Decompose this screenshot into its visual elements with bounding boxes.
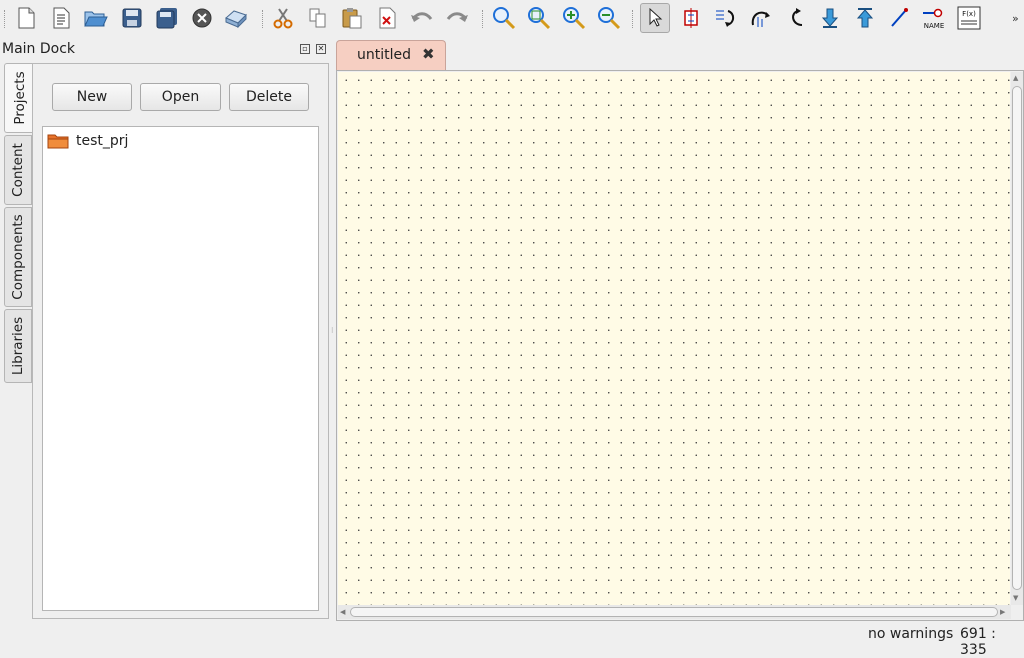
open-folder-icon[interactable] — [84, 6, 108, 30]
cut-icon[interactable] — [271, 6, 295, 30]
select-pointer-icon[interactable] — [640, 3, 670, 33]
list-item[interactable]: test_prj — [47, 133, 128, 149]
mirror-y-icon[interactable] — [748, 6, 772, 30]
close-document-icon[interactable] — [190, 6, 214, 30]
scroll-left-icon[interactable]: ◀ — [340, 608, 345, 616]
toolbar-overflow-button[interactable]: » — [1012, 12, 1019, 25]
wire-label-text: NAME — [924, 22, 945, 30]
main-toolbar: NAME F(x) » — [0, 0, 1024, 40]
dock-close-icon[interactable]: ✕ — [316, 44, 326, 54]
tab-libraries[interactable]: Libraries — [4, 309, 32, 383]
horizontal-scrollbar[interactable]: ◀ ▶ — [338, 605, 1011, 619]
zoom-fit-icon[interactable] — [492, 6, 516, 30]
go-into-subcircuit-icon[interactable] — [818, 6, 842, 30]
dock-float-icon[interactable]: ▫ — [300, 44, 310, 54]
zoom-out-icon[interactable] — [597, 6, 621, 30]
project-list[interactable]: test_prj — [42, 126, 319, 611]
folder-icon — [47, 134, 69, 149]
zoom-in-icon[interactable] — [562, 6, 586, 30]
schematic-canvas[interactable] — [338, 72, 1010, 605]
equation-icon[interactable]: F(x) — [957, 6, 981, 30]
dock-title: Main Dock — [2, 41, 76, 57]
paste-icon[interactable] — [340, 6, 364, 30]
tab-components[interactable]: Components — [4, 207, 32, 307]
tab-content[interactable]: Content — [4, 135, 32, 205]
undo-icon[interactable] — [410, 6, 434, 30]
new-project-button[interactable]: New — [52, 83, 132, 111]
toolbar-separator — [632, 10, 635, 28]
toolbar-separator — [262, 10, 265, 28]
wire-label-icon[interactable]: NAME — [921, 6, 947, 30]
mirror-x-icon[interactable] — [713, 6, 737, 30]
new-text-icon[interactable] — [49, 6, 73, 30]
project-name: test_prj — [76, 133, 129, 149]
equation-text: F(x) — [962, 10, 976, 18]
tab-untitled[interactable]: untitled ✖ — [336, 40, 446, 70]
save-icon[interactable] — [120, 6, 144, 30]
new-document-icon[interactable] — [14, 6, 38, 30]
toolbar-separator — [482, 10, 485, 28]
scroll-up-icon[interactable]: ▲ — [1013, 74, 1018, 82]
status-warnings: no warnings — [868, 626, 954, 642]
delete-icon[interactable] — [375, 6, 399, 30]
status-coordinates: 691 : 335 — [960, 626, 996, 658]
save-all-icon[interactable] — [155, 6, 179, 30]
close-icon[interactable]: ✖ — [422, 45, 435, 63]
vertical-scroll-thumb[interactable] — [1012, 86, 1022, 590]
wire-icon[interactable] — [887, 6, 911, 30]
rotate-icon[interactable] — [786, 6, 810, 30]
delete-project-button[interactable]: Delete — [229, 83, 309, 111]
vertical-scrollbar[interactable]: ▲ ▼ — [1011, 72, 1023, 605]
pop-out-icon[interactable] — [853, 6, 877, 30]
zoom-selection-icon[interactable] — [527, 6, 551, 30]
open-project-button[interactable]: Open — [140, 83, 221, 111]
copy-icon[interactable] — [306, 6, 330, 30]
tab-label: untitled — [357, 47, 412, 63]
scroll-right-icon[interactable]: ▶ — [1000, 608, 1005, 616]
tab-projects[interactable]: Projects — [4, 63, 34, 133]
dock-splitter-handle[interactable]: ⁝ — [331, 326, 334, 335]
redo-icon[interactable] — [445, 6, 469, 30]
toolbar-grip — [4, 10, 7, 28]
scroll-down-icon[interactable]: ▼ — [1013, 594, 1018, 602]
horizontal-scroll-thumb[interactable] — [350, 607, 998, 617]
component-edit-icon[interactable] — [679, 6, 703, 30]
print-icon[interactable] — [224, 6, 248, 30]
